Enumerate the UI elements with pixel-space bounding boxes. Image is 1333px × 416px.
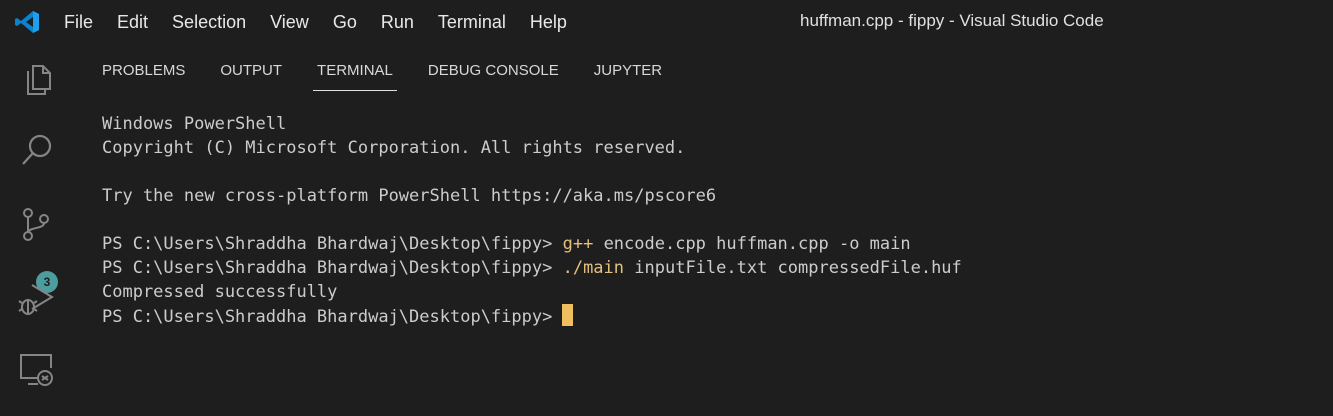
menu-go[interactable]: Go	[333, 12, 357, 33]
terminal-prompt: PS C:\Users\Shraddha Bhardwaj\Desktop\fi…	[102, 307, 553, 327]
terminal-command-line: PS C:\Users\Shraddha Bhardwaj\Desktop\fi…	[102, 256, 962, 280]
terminal-line: Try the new cross-platform PowerShell ht…	[102, 186, 717, 206]
panel-tabs: PROBLEMS OUTPUT TERMINAL DEBUG CONSOLE J…	[102, 62, 697, 91]
remote-explorer-icon[interactable]	[18, 350, 56, 388]
source-control-icon[interactable]	[18, 205, 56, 243]
command-executable: ./main	[562, 258, 625, 278]
terminal-cursor	[562, 304, 574, 326]
menu-terminal[interactable]: Terminal	[438, 12, 506, 33]
terminal-output-line: Compressed successfully	[102, 282, 338, 302]
vscode-logo-icon[interactable]	[14, 9, 40, 35]
terminal-line: Copyright (C) Microsoft Corporation. All…	[102, 138, 686, 158]
activity-bar: 3	[0, 44, 72, 416]
menu-bar: File Edit Selection View Go Run Terminal…	[64, 0, 591, 44]
tab-terminal[interactable]: TERMINAL	[313, 62, 397, 91]
terminal-command-line: PS C:\Users\Shraddha Bhardwaj\Desktop\fi…	[102, 232, 962, 256]
tab-debug-console[interactable]: DEBUG CONSOLE	[428, 62, 559, 88]
terminal-input-line[interactable]: PS C:\Users\Shraddha Bhardwaj\Desktop\fi…	[102, 304, 962, 328]
tab-output[interactable]: OUTPUT	[220, 62, 282, 88]
menu-run[interactable]: Run	[381, 12, 414, 33]
search-icon[interactable]	[18, 131, 56, 169]
command-args: encode.cpp huffman.cpp -o main	[603, 234, 911, 254]
tab-problems[interactable]: PROBLEMS	[102, 62, 185, 88]
command-executable: g++	[562, 234, 594, 254]
tab-jupyter[interactable]: JUPYTER	[594, 62, 662, 88]
menu-selection[interactable]: Selection	[172, 12, 246, 33]
command-args: inputFile.txt compressedFile.huf	[634, 258, 962, 278]
terminal-line: Windows PowerShell	[102, 114, 287, 134]
menu-file[interactable]: File	[64, 12, 93, 33]
menu-view[interactable]: View	[270, 12, 309, 33]
window-title: huffman.cpp - fippy - Visual Studio Code	[800, 11, 1104, 30]
run-debug-icon[interactable]	[18, 279, 56, 317]
terminal-output[interactable]: Windows PowerShell Copyright (C) Microso…	[102, 112, 962, 328]
title-bar: File Edit Selection View Go Run Terminal…	[0, 0, 1333, 44]
terminal-prompt: PS C:\Users\Shraddha Bhardwaj\Desktop\fi…	[102, 258, 553, 278]
explorer-icon[interactable]	[18, 61, 56, 99]
menu-help[interactable]: Help	[530, 12, 567, 33]
terminal-prompt: PS C:\Users\Shraddha Bhardwaj\Desktop\fi…	[102, 234, 553, 254]
menu-edit[interactable]: Edit	[117, 12, 148, 33]
